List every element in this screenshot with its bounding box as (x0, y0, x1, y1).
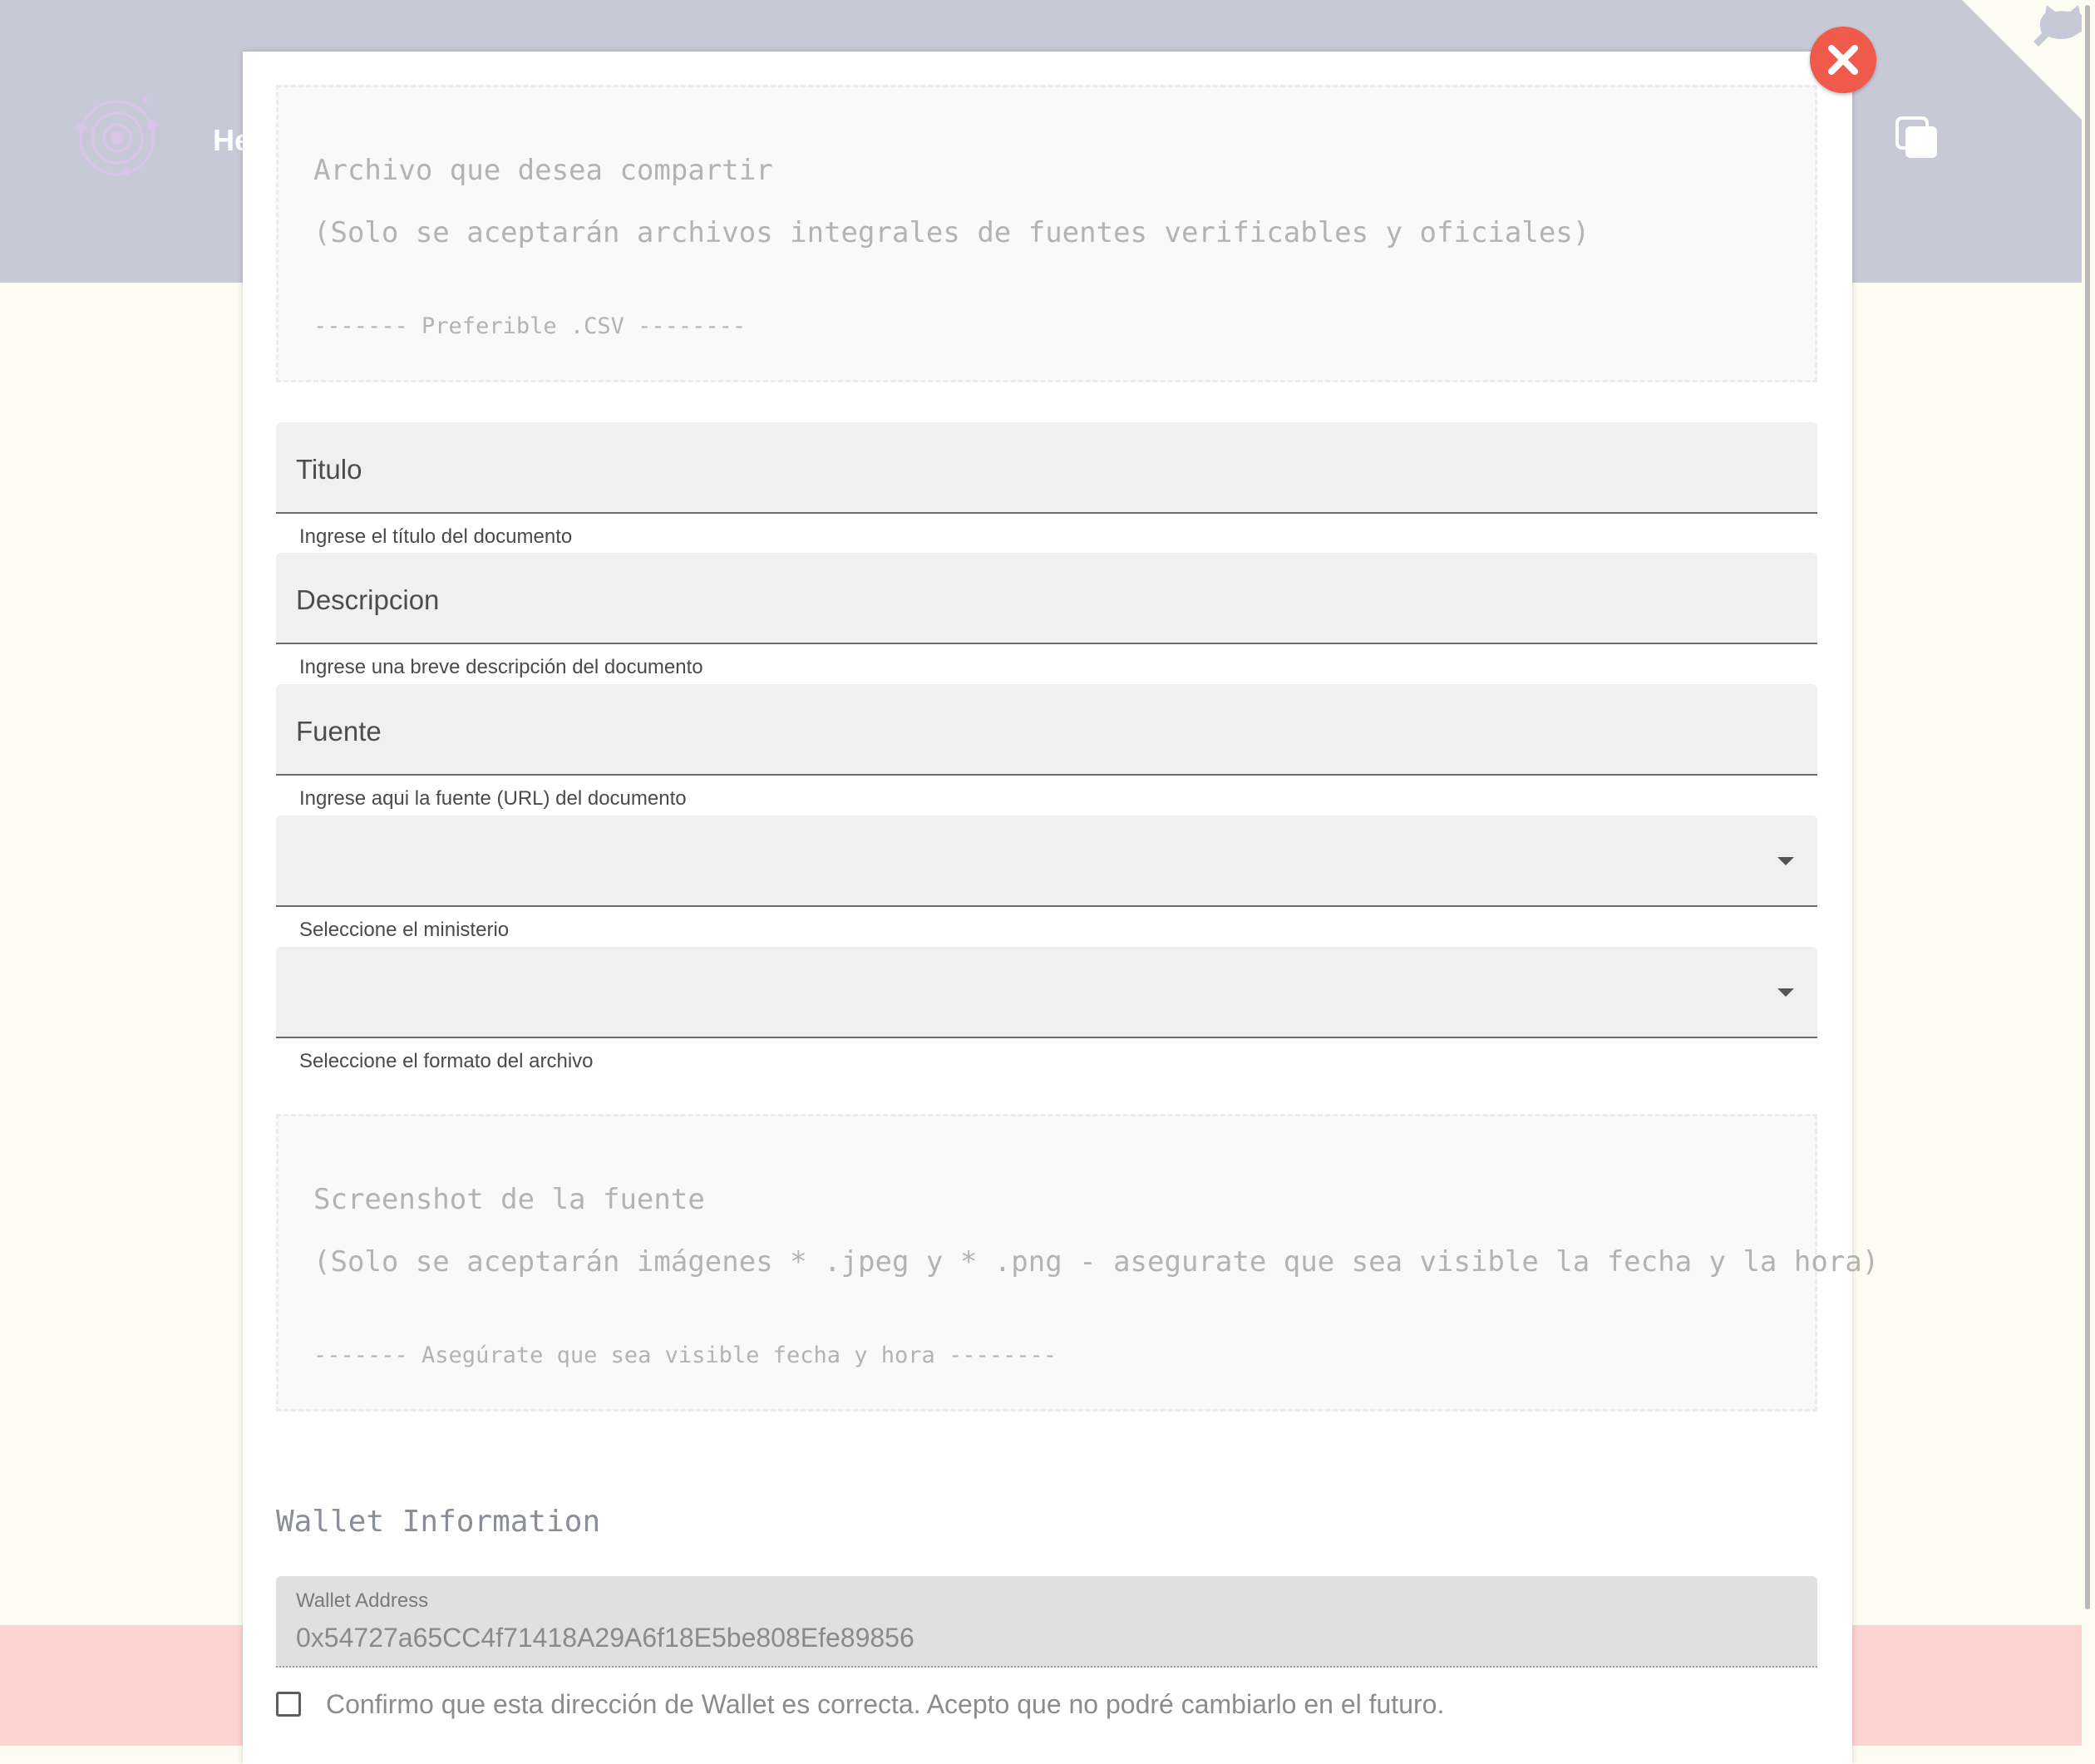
fuente-helper: Ingrese aqui la fuente (URL) del documen… (299, 787, 687, 810)
formato-select[interactable] (276, 947, 1817, 1038)
descripcion-helper: Ingrese una breve descripción del docume… (299, 656, 703, 678)
close-icon (1828, 45, 1858, 75)
formato-helper: Seleccione el formato del archivo (299, 1050, 594, 1072)
github-corner-icon[interactable] (1962, 0, 2095, 133)
screenshot-dropzone-hint: ------- Asegúrate que sea visible fecha … (313, 1343, 1057, 1368)
screenshot-dropzone[interactable]: Screenshot de la fuente (Solo se aceptar… (276, 1114, 1879, 1412)
file-dropzone-title: Archivo que desea compartir (313, 154, 773, 187)
file-dropzone[interactable]: Archivo que desea compartir (Solo se ace… (276, 85, 1817, 382)
close-button[interactable] (1810, 27, 1876, 93)
copy-icon[interactable] (1894, 115, 1940, 161)
wallet-section-title: Wallet Information (276, 1505, 601, 1539)
wallet-address-label: Wallet Address (296, 1589, 429, 1612)
wallet-address-value: 0x54727a65CC4f71418A29A6f18E5be808Efe898… (296, 1623, 914, 1653)
titulo-helper: Ingrese el título del documento (299, 525, 573, 548)
descripcion-label: Descripcion (296, 584, 440, 615)
orbit-logo-icon[interactable] (71, 95, 163, 181)
wallet-confirm-row[interactable]: Confirmo que esta dirección de Wallet es… (276, 1688, 1444, 1721)
wallet-confirm-label[interactable]: Confirmo que esta dirección de Wallet es… (326, 1689, 1444, 1720)
fuente-field[interactable]: Fuente (276, 684, 1817, 776)
ministerio-helper: Seleccione el ministerio (299, 919, 510, 941)
screenshot-dropzone-title: Screenshot de la fuente (313, 1183, 705, 1216)
wallet-confirm-checkbox[interactable] (276, 1692, 301, 1717)
chevron-down-icon[interactable] (1777, 988, 1794, 997)
fuente-label: Fuente (296, 716, 382, 746)
file-dropzone-subtitle: (Solo se aceptarán archivos integrales d… (313, 216, 1590, 249)
descripcion-field[interactable]: Descripcion (276, 553, 1817, 644)
screenshot-dropzone-subtitle: (Solo se aceptarán imágenes * .jpeg y * … (313, 1245, 1880, 1279)
titulo-label: Titulo (296, 454, 362, 485)
chevron-down-icon[interactable] (1777, 857, 1794, 865)
upload-modal: Archivo que desea compartir (Solo se ace… (243, 52, 1879, 1764)
ministerio-select[interactable] (276, 815, 1817, 907)
titulo-field[interactable]: Titulo (276, 422, 1817, 514)
page-scrollbar-thumb[interactable] (2085, 5, 2090, 1609)
file-dropzone-hint: ------- Preferible .CSV -------- (313, 313, 747, 339)
wallet-address-field: Wallet Address 0x54727a65CC4f71418A29A6f… (276, 1576, 1817, 1668)
